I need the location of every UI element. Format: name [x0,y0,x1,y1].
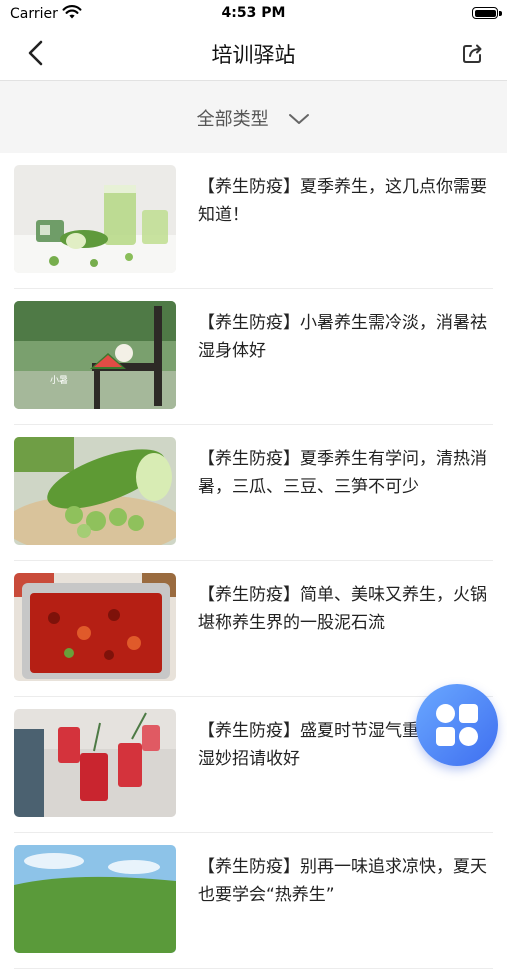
article-thumbnail-watermelon-chair: 小暑 [14,301,176,409]
article-title: 【养生防疫】小暑养生需冷淡，消暑祛湿身体好 [198,313,487,361]
battery-icon [472,7,502,19]
share-button[interactable] [461,41,485,65]
article-thumbnail-bitter-melon [14,437,176,545]
article-item[interactable]: 【养生防疫】夏季养生有学问，清热消暑，三瓜、三豆、三笋不可少 [0,425,507,561]
clock: 4:53 PM [221,5,286,21]
page-title: 培训驿站 [211,43,296,67]
chevron-down-icon [288,110,310,131]
article-item[interactable]: 【养生防疫】别再一味追求凉快，夏天也要学会“热养生” [0,833,507,969]
floating-menu-button[interactable] [416,684,498,766]
type-filter[interactable]: 全部类型 [0,81,507,153]
article-title: 【养生防疫】夏季养生有学问，清热消暑，三瓜、三豆、三笋不可少 [198,449,487,497]
article-item[interactable]: 小暑 【养生防疫】小暑养生需冷淡，消暑祛湿身体好 [0,289,507,425]
article-item[interactable]: 【养生防疫】简单、美味又养生，火锅堪称养生界的一股泥石流 [0,561,507,697]
article-title: 【养生防疫】简单、美味又养生，火锅堪称养生界的一股泥石流 [198,585,487,633]
thumb-caption-text: 小暑 [50,375,68,386]
nav-bar: 培训驿站 [0,28,507,81]
article-thumbnail-bitter-melon-juice [14,165,176,273]
article-title: 【养生防疫】夏季养生，这几点你需要知道！ [198,177,487,225]
article-thumbnail-meadow [14,845,176,953]
share-icon [463,44,482,63]
article-title: 【养生防疫】别再一味追求凉快，夏天也要学会“热养生” [198,857,487,905]
type-filter-label: 全部类型 [196,109,269,130]
article-item[interactable]: 【养生防疫】夏季养生，这几点你需要知道！ [0,153,507,289]
status-bar: Carrier 4:53 PM [0,0,507,28]
article-thumbnail-hotpot [14,573,176,681]
four-petal-icon [436,704,478,746]
article-thumbnail-red-drinks [14,709,176,817]
article-list: 【养生防疫】夏季养生，这几点你需要知道！ 小暑 【养生防疫】小暑养生需冷淡，消暑… [0,153,507,969]
